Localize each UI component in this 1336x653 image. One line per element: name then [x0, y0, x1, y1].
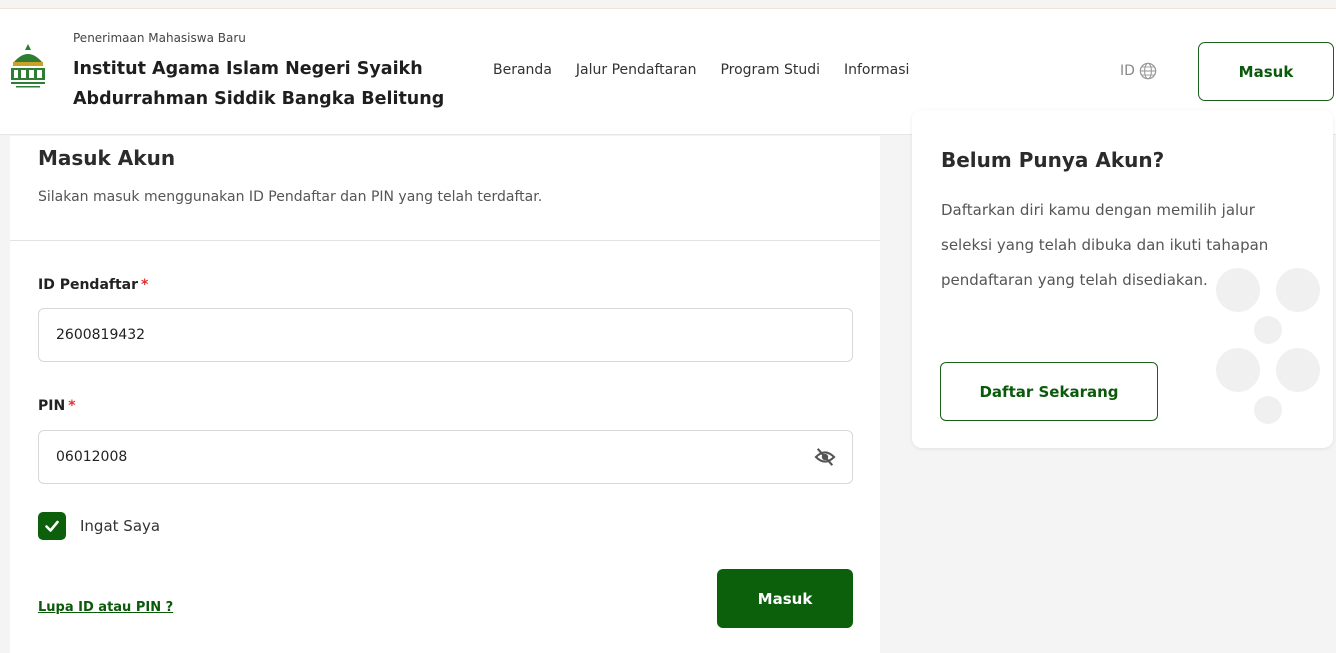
nav-beranda[interactable]: Beranda [493, 62, 552, 78]
main-nav: Beranda Jalur Pendaftaran Program Studi … [493, 62, 933, 78]
eye-slash-icon[interactable] [814, 447, 836, 467]
login-title: Masuk Akun [38, 146, 176, 170]
login-card: Masuk Akun Silakan masuk menggunakan ID … [10, 136, 880, 653]
nav-program-studi[interactable]: Program Studi [720, 62, 820, 78]
remember-checkbox[interactable] [38, 512, 66, 540]
id-pendaftar-value: 2600819432 [56, 327, 146, 343]
pin-label-text: PIN [38, 398, 66, 414]
login-submit-button[interactable]: Masuk [717, 569, 853, 628]
id-label: ID Pendaftar * [38, 277, 148, 293]
brand-subtitle: Penerimaan Mahasiswa Baru [73, 31, 246, 45]
required-mark: * [141, 277, 149, 293]
remember-label[interactable]: Ingat Saya [80, 517, 160, 535]
pin-input[interactable]: 06012008 [38, 430, 853, 484]
pin-label: PIN * [38, 398, 76, 414]
required-mark: * [68, 398, 76, 414]
pin-value: 06012008 [56, 449, 128, 465]
id-pendaftar-input[interactable]: 2600819432 [38, 308, 853, 362]
daftar-sekarang-button[interactable]: Daftar Sekarang [940, 362, 1158, 421]
iain-logo[interactable] [8, 42, 48, 100]
nav-informasi[interactable]: Informasi [844, 62, 909, 78]
language-switcher[interactable]: ID [1120, 62, 1157, 80]
register-title: Belum Punya Akun? [941, 148, 1165, 172]
brand-title[interactable]: Institut Agama Islam Negeri Syaikh Abdur… [73, 54, 463, 114]
header-login-button[interactable]: Masuk [1198, 42, 1334, 101]
id-label-text: ID Pendaftar [38, 277, 139, 293]
forgot-id-pin-link[interactable]: Lupa ID atau PIN ? [38, 600, 173, 615]
login-description: Silakan masuk menggunakan ID Pendaftar d… [38, 189, 543, 205]
nav-jalur-pendaftaran[interactable]: Jalur Pendaftaran [576, 62, 697, 78]
language-code: ID [1120, 63, 1135, 79]
check-icon [45, 520, 59, 532]
divider [10, 240, 880, 241]
register-card: Belum Punya Akun? Daftarkan diri kamu de… [912, 110, 1333, 448]
register-description: Daftarkan diri kamu dengan memilih jalur… [941, 201, 1269, 289]
globe-icon [1139, 62, 1157, 80]
